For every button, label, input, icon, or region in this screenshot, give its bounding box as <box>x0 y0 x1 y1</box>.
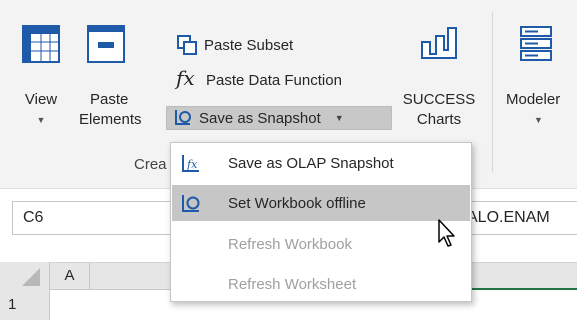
menu-item-refresh-worksheet[interactable]: Refresh Worksheet <box>172 266 470 302</box>
snapshot-icon <box>173 107 193 129</box>
paste-subset-label: Paste Subset <box>204 36 294 54</box>
success-charts-label-1: SUCCESS <box>402 91 476 108</box>
paste-elements-label-2: Elements <box>79 111 142 128</box>
function-icon: fx <box>176 66 195 90</box>
menu-item-refresh-workbook[interactable]: Refresh Workbook <box>172 226 470 262</box>
menu-item-label: Refresh Workbook <box>228 235 352 253</box>
menu-item-save-as-olap-snapshot[interactable]: fx Save as OLAP Snapshot <box>172 145 470 181</box>
chevron-down-icon: ▼ <box>36 115 46 125</box>
menu-item-label: Refresh Worksheet <box>228 275 357 293</box>
select-all-icon <box>22 268 40 286</box>
workbook-offline-icon <box>180 192 202 214</box>
success-charts-button[interactable]: SUCCESS Charts <box>396 24 482 130</box>
group-label: Crea <box>134 156 167 173</box>
paste-elements-button[interactable]: Paste Elements <box>76 24 164 130</box>
snapshot-dropdown-menu: fx Save as OLAP Snapshot Set Workbook of… <box>170 142 472 302</box>
paste-subset-button[interactable]: Paste Subset <box>176 33 293 57</box>
modeler-label: Modeler <box>506 91 561 108</box>
paste-data-function-label: Paste Data Function <box>206 71 342 89</box>
column-header-a[interactable]: A <box>50 262 90 290</box>
row-header-1[interactable]: 1 <box>0 290 50 320</box>
menu-item-set-workbook-offline[interactable]: Set Workbook offline <box>172 185 470 221</box>
paste-elements-icon <box>87 25 125 63</box>
paste-elements-label-1: Paste <box>90 91 129 108</box>
success-charts-label-2: Charts <box>416 111 462 128</box>
svg-text:fx: fx <box>186 158 198 171</box>
save-as-snapshot-label: Save as Snapshot <box>199 109 321 127</box>
modeler-icon <box>520 26 552 61</box>
view-label: View <box>24 91 58 108</box>
save-as-snapshot-button[interactable]: Save as Snapshot ▼ <box>166 106 392 130</box>
chevron-down-icon: ▼ <box>534 115 543 125</box>
modeler-button[interactable]: Modeler ▼ <box>500 24 577 126</box>
success-charts-icon <box>421 27 457 59</box>
olap-snapshot-icon: fx <box>180 152 202 174</box>
chevron-down-icon: ▼ <box>334 113 344 123</box>
view-icon <box>22 25 60 63</box>
ribbon-separator <box>492 12 493 172</box>
name-box[interactable]: C6 <box>12 201 172 235</box>
mouse-cursor-icon <box>438 219 455 247</box>
paste-subset-icon <box>176 34 198 56</box>
formula-field[interactable]: ALO.ENAM <box>462 201 577 235</box>
view-button[interactable]: View ▼ <box>14 24 68 126</box>
menu-item-label: Save as OLAP Snapshot <box>228 154 394 172</box>
menu-item-label: Set Workbook offline <box>228 194 366 212</box>
selected-column-indicator <box>472 288 577 290</box>
paste-data-function-button[interactable]: fx Paste Data Function <box>176 66 342 92</box>
